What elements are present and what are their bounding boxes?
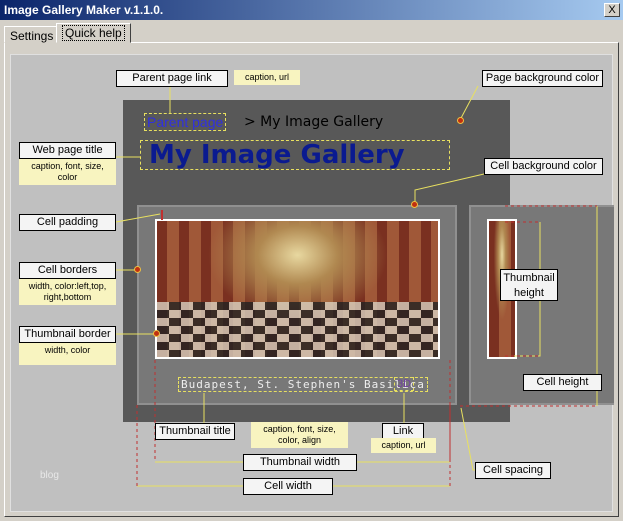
marker-dot [153,330,160,337]
note-thumbnail-title: caption, font, size, color, align [251,422,348,448]
label-cell-height: Cell height [523,374,602,391]
label-thumbnail-height: Thumbnail height [500,269,558,301]
label-web-page-title: Web page title [19,142,116,159]
note-thumbnail-border: width, color [19,343,116,365]
label-cell-background-color: Cell background color [484,158,603,175]
marker-dot [457,117,464,124]
label-page-background-color: Page background color [482,70,603,87]
label-thumbnail-border: Thumbnail border [19,326,116,343]
label-thumbnail-title: Thumbnail title [155,423,235,440]
note-link-text: caption, url [371,438,436,453]
marker-dot [411,201,418,208]
label-cell-padding: Cell padding [19,214,116,231]
label-cell-borders: Cell borders [19,262,116,279]
note-parent-page-link: caption, url [234,70,300,85]
note-cell-borders: width, color:left,top, right,bottom [19,279,116,305]
label-cell-spacing: Cell spacing [475,462,551,479]
label-thumbnail-width: Thumbnail width [243,454,357,471]
marker-dot [134,266,141,273]
label-cell-width: Cell width [243,478,333,495]
note-web-page-title: caption, font, size, color [19,159,116,185]
label-parent-page-link: Parent page link [116,70,228,87]
